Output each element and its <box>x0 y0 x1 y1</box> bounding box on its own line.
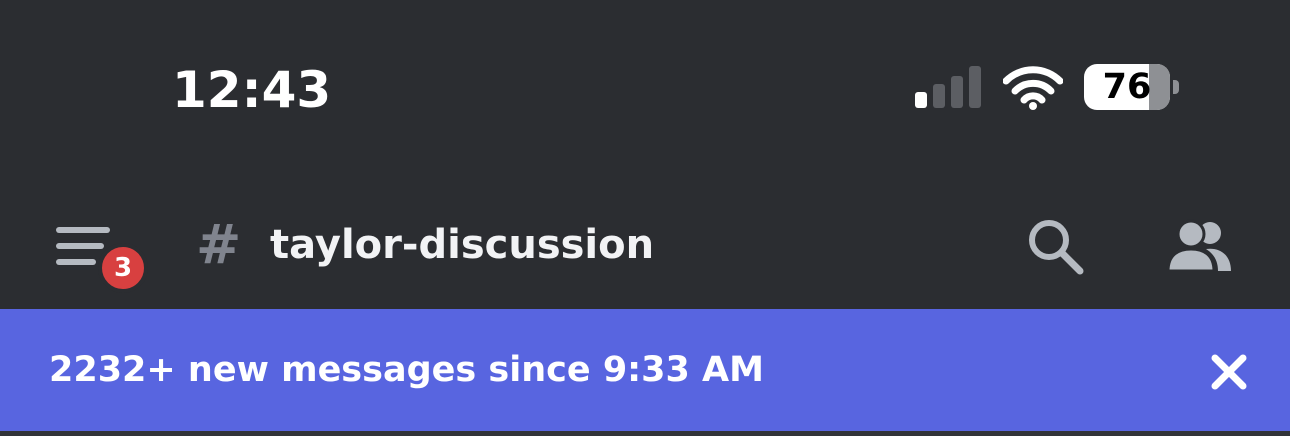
battery-percent: 76 <box>1102 67 1152 107</box>
divider <box>0 431 1290 436</box>
search-icon <box>1029 220 1084 275</box>
app-screen: 12:43 76 3 # taylor-discussion 2232+ new… <box>0 0 1290 436</box>
new-messages-text[interactable]: 2232+ new messages since 9:33 AM <box>49 345 764 395</box>
members-icon <box>1166 219 1231 273</box>
channel-name[interactable]: taylor-discussion <box>270 217 654 273</box>
channel-header: 3 # taylor-discussion <box>0 175 1290 309</box>
status-time: 12:43 <box>172 61 332 119</box>
search-button[interactable] <box>1026 217 1086 275</box>
new-messages-bar[interactable]: 2232+ new messages since 9:33 AM <box>0 309 1290 431</box>
wifi-icon <box>1002 66 1064 110</box>
unread-badge: 3 <box>98 243 148 293</box>
dismiss-button[interactable] <box>1206 349 1252 395</box>
battery-icon: 76 <box>1084 64 1180 110</box>
channel-hash-icon: # <box>196 213 242 276</box>
status-bar: 12:43 76 <box>0 0 1290 175</box>
cellular-signal-icon <box>915 66 983 108</box>
menu-button[interactable]: 3 <box>54 223 150 293</box>
members-button[interactable] <box>1166 219 1232 273</box>
close-icon <box>1211 354 1247 390</box>
